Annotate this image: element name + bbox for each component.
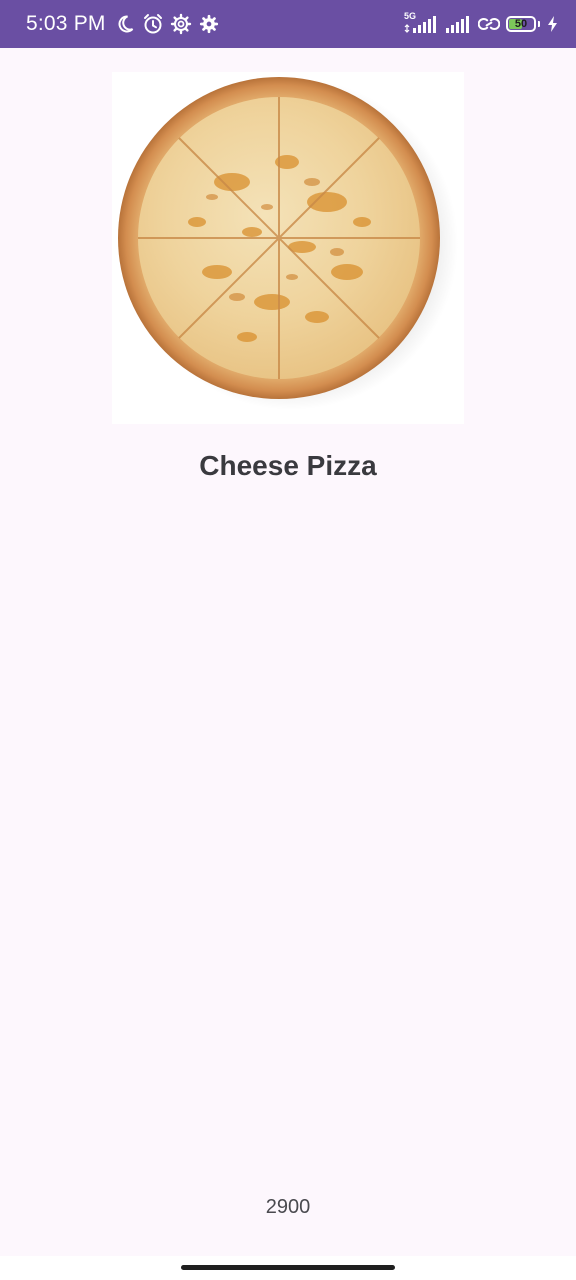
battery-cap xyxy=(538,21,540,27)
status-time: 5:03 PM xyxy=(26,12,106,35)
battery-icon: 50 xyxy=(506,16,540,32)
gear-outline-icon xyxy=(170,13,192,35)
gear-icon xyxy=(198,13,220,35)
charging-bolt-icon xyxy=(546,13,560,35)
moon-icon xyxy=(114,13,136,35)
status-bar: 5:03 PM 5G 50 xyxy=(0,0,576,48)
home-gesture-handle[interactable] xyxy=(181,1265,395,1270)
network-type-label: 5G xyxy=(404,11,417,21)
product-price: 2900 xyxy=(265,1196,311,1218)
alarm-icon xyxy=(142,13,164,35)
signal-5g-icon: 5G xyxy=(404,11,438,35)
status-bar-left: 5:03 PM xyxy=(26,12,220,36)
link-icon xyxy=(478,13,500,35)
signal-icon xyxy=(444,13,472,35)
status-bar-right: 5G 50 xyxy=(404,11,560,35)
product-title: Cheese Pizza xyxy=(199,450,377,481)
battery-level: 50 xyxy=(514,18,528,30)
battery-body: 50 xyxy=(506,16,536,32)
cheese-pizza-image xyxy=(112,72,464,424)
